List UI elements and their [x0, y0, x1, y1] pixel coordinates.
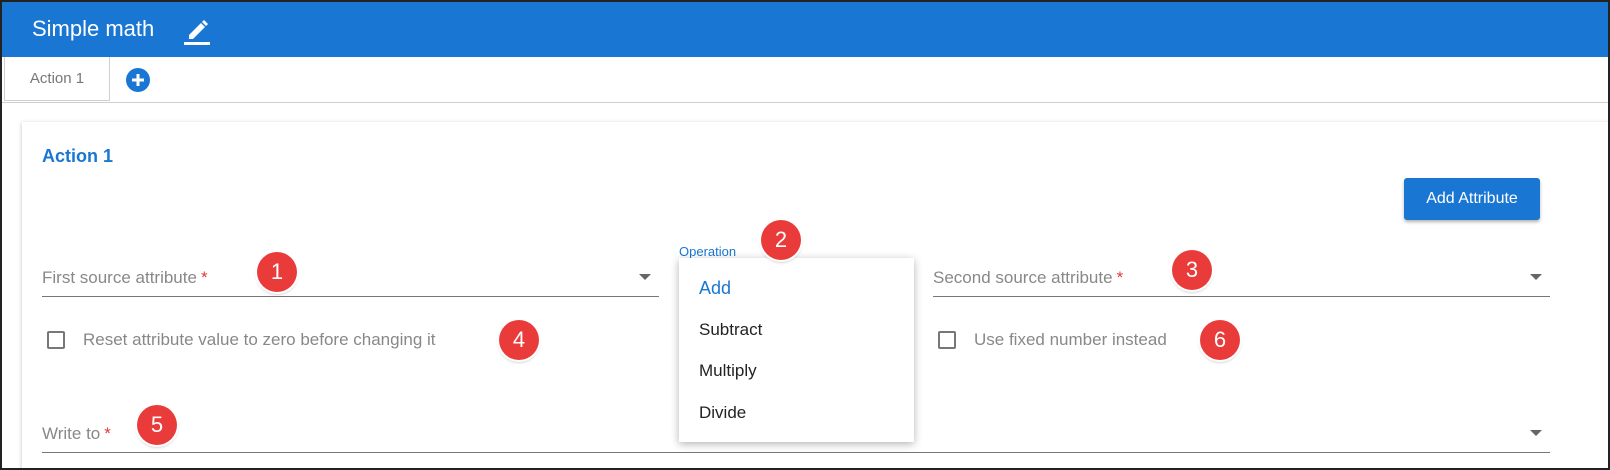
add-tab-icon[interactable]: [126, 68, 150, 92]
app-window: Simple math Action 1 Action 1 Add Attrib…: [0, 0, 1610, 470]
operation-label: Operation: [679, 244, 737, 259]
reset-checkbox-row[interactable]: Reset attribute value to zero before cha…: [47, 330, 436, 350]
callout-marker-2: 2: [761, 220, 801, 260]
app-header: Simple math: [2, 2, 1608, 57]
action-title: Action 1: [42, 146, 114, 166]
add-attribute-button[interactable]: Add Attribute: [1404, 178, 1540, 220]
callout-marker-1: 1: [257, 252, 297, 292]
callout-marker-4: 4: [499, 320, 539, 360]
operation-option-add[interactable]: Add: [699, 278, 731, 299]
fixed-number-checkbox[interactable]: [938, 331, 956, 349]
operation-option-divide[interactable]: Divide: [699, 403, 746, 423]
first-source-attribute-select[interactable]: First source attribute *: [42, 256, 659, 297]
required-asterisk: *: [1116, 268, 1124, 287]
fixed-number-checkbox-row[interactable]: Use fixed number instead: [938, 330, 1167, 350]
reset-checkbox-label: Reset attribute value to zero before cha…: [83, 330, 436, 349]
callout-marker-3: 3: [1172, 250, 1212, 290]
dropdown-arrow-icon: [1530, 430, 1542, 436]
required-asterisk: *: [104, 424, 111, 443]
tab-bar: Action 1: [2, 57, 1608, 103]
page-title: Simple math: [32, 16, 155, 41]
second-source-attribute-select[interactable]: Second source attribute *: [933, 256, 1550, 297]
tab-action-1[interactable]: Action 1: [4, 57, 110, 101]
fixed-number-checkbox-label: Use fixed number instead: [974, 330, 1167, 349]
write-to-label: Write to *: [42, 424, 111, 443]
callout-marker-5: 5: [137, 405, 177, 445]
callout-marker-6: 6: [1200, 320, 1240, 360]
reset-checkbox[interactable]: [47, 331, 65, 349]
operation-option-subtract[interactable]: Subtract: [699, 320, 762, 340]
required-asterisk: *: [200, 268, 208, 287]
dropdown-arrow-icon: [639, 274, 651, 280]
operation-dropdown-menu: Add Subtract Multiply Divide: [679, 258, 914, 442]
first-source-label: First source attribute *: [42, 268, 208, 287]
pencil-icon[interactable]: [184, 16, 212, 51]
dropdown-arrow-icon: [1530, 274, 1542, 280]
second-source-label: Second source attribute *: [933, 268, 1124, 287]
operation-option-multiply[interactable]: Multiply: [699, 361, 757, 381]
